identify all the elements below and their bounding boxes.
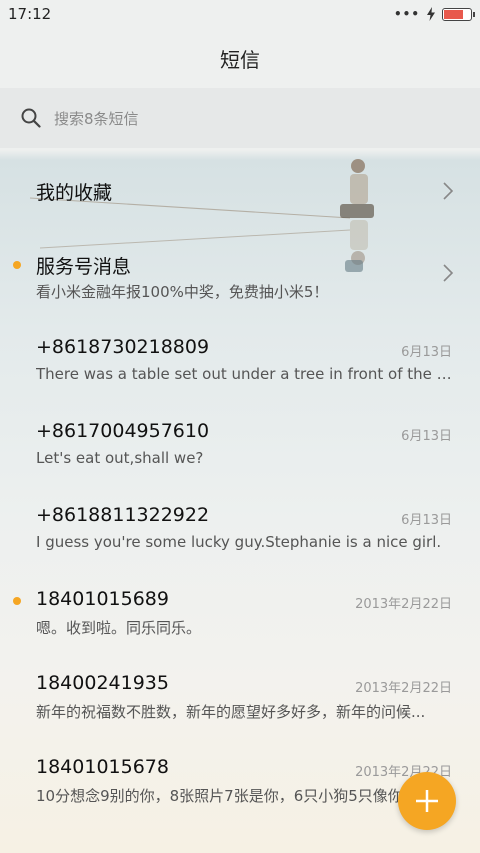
unread-indicator (13, 597, 21, 605)
chevron-right-icon (443, 182, 454, 200)
new-message-button[interactable] (398, 772, 456, 830)
conversation-preview: There was a table set out under a tree i… (36, 365, 454, 383)
conversation-title: +8617004957610 (36, 420, 210, 442)
search-icon (21, 108, 41, 128)
conversation-item[interactable]: 18400241935 新年的祝福数不胜数，新年的愿望好多好多，新年的问候... 2… (0, 654, 480, 738)
conversation-title: 服务号消息 (36, 256, 132, 278)
status-time: 17:12 (8, 5, 52, 23)
conversation-title: 18400241935 (36, 672, 169, 694)
conversation-preview: Let's eat out,shall we? (36, 449, 204, 467)
battery-icon (442, 7, 475, 21)
unread-indicator (13, 261, 21, 269)
conversation-item[interactable]: 18401015689 嗯。收到啦。同乐同乐。 2013年2月22日 (0, 570, 480, 654)
conversation-preview: 新年的祝福数不胜数，新年的愿望好多好多，新年的问候... (36, 703, 426, 721)
status-bar: 17:12 ••• (0, 0, 480, 30)
search-input[interactable]: 搜索8条短信 (54, 108, 139, 129)
charging-icon (427, 7, 435, 21)
conversation-date: 2013年2月22日 (355, 597, 452, 612)
conversation-date: 6月13日 (401, 429, 452, 444)
conversation-item[interactable]: 我的收藏 (0, 150, 480, 234)
conversation-item[interactable]: 服务号消息看小米金融年报100%中奖，免费抽小米5！ (0, 234, 480, 318)
conversation-date: 2013年2月22日 (355, 681, 452, 696)
conversation-title: +8618811322922 (36, 504, 210, 526)
conversation-title: 18401015678 (36, 756, 169, 778)
conversation-title: +8618730218809 (36, 336, 210, 358)
conversation-title: 18401015689 (36, 588, 169, 610)
conversation-preview: I guess you're some lucky guy.Stephanie … (36, 533, 442, 551)
status-icons: ••• (393, 7, 475, 21)
page-title: 短信 (220, 48, 260, 72)
chevron-right-icon (443, 264, 454, 282)
more-dots-icon: ••• (393, 7, 420, 21)
plus-icon (416, 790, 438, 812)
conversation-title: 我的收藏 (36, 182, 113, 204)
conversation-preview: 嗯。收到啦。同乐同乐。 (36, 619, 202, 637)
conversation-preview: 看小米金融年报100%中奖，免费抽小米5！ (36, 283, 329, 301)
conversation-item[interactable]: +8617004957610 Let's eat out,shall we? 6月1… (0, 402, 480, 486)
conversation-item[interactable]: +8618730218809 There was a table set out … (0, 318, 480, 402)
search-bar[interactable]: 搜索8条短信 (0, 88, 480, 148)
conversation-item[interactable]: +8618811322922 I guess you're some lucky … (0, 486, 480, 570)
conversation-date: 6月13日 (401, 345, 452, 360)
conversation-date: 6月13日 (401, 513, 452, 528)
conversation-preview: 10分想念9别的你，8张照片7张是你，6只小狗5只像你 (36, 787, 403, 805)
